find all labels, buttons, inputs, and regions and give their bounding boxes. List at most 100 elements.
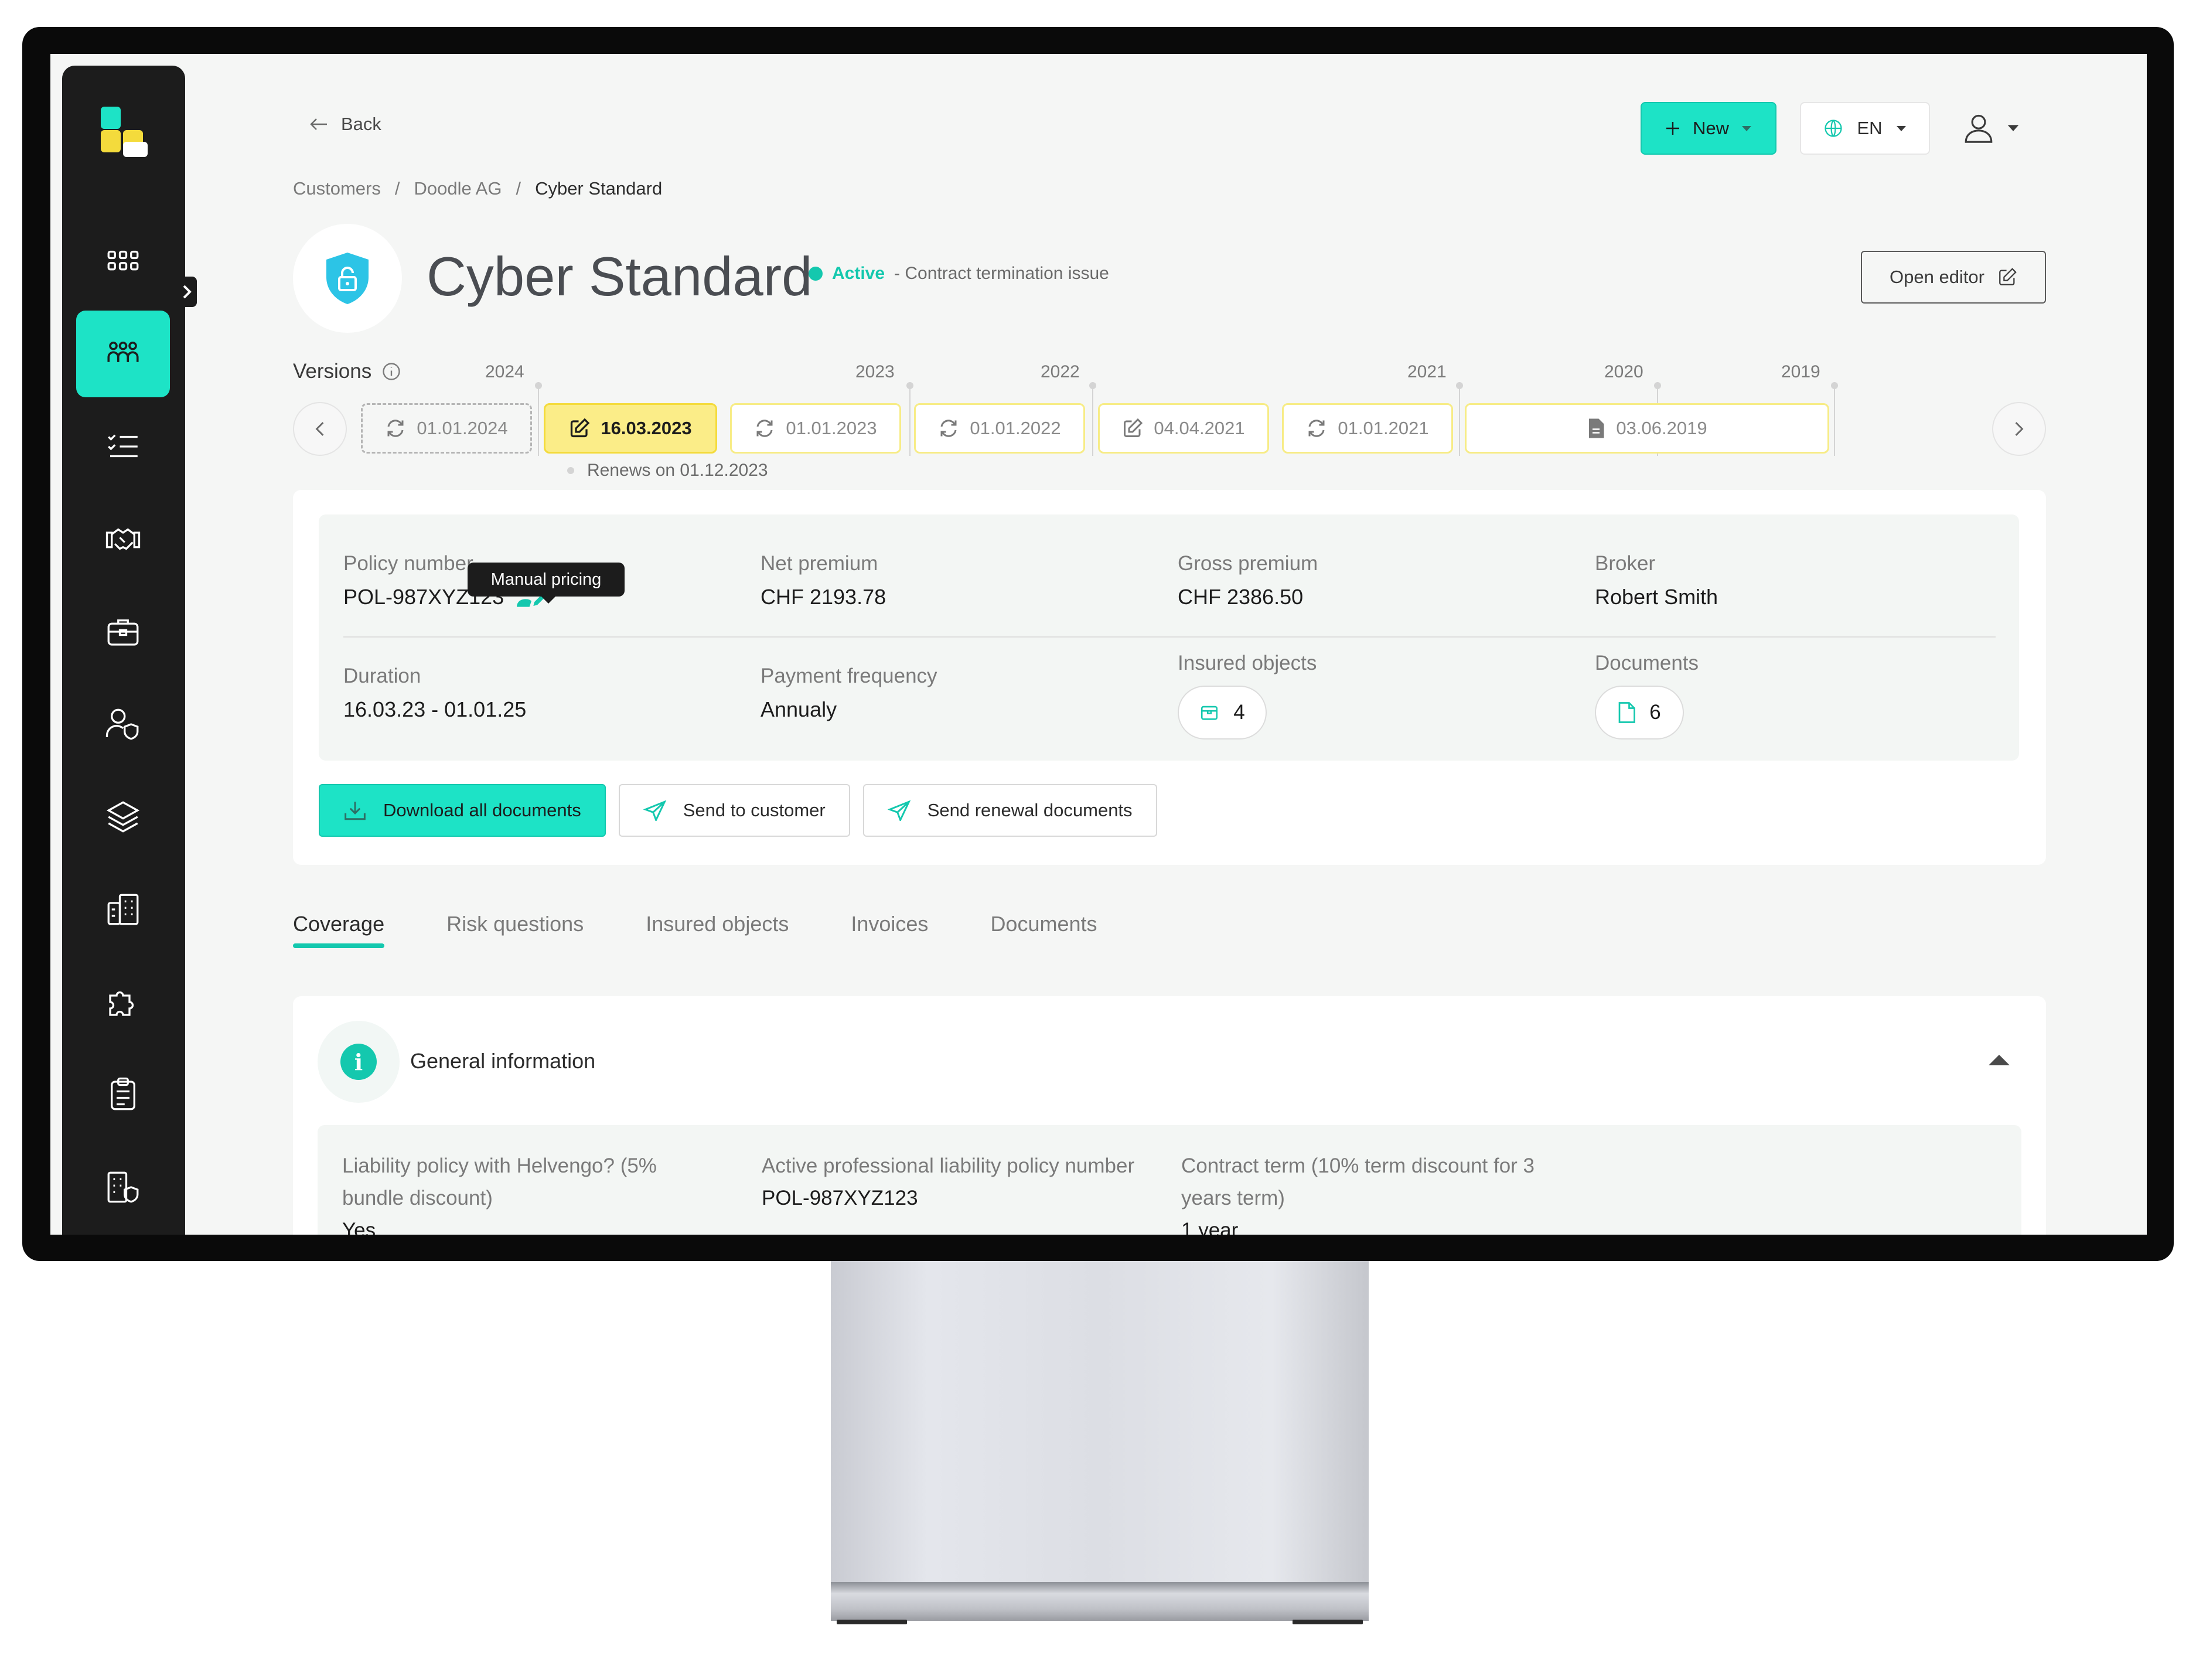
sidebar-item-tasks[interactable] bbox=[76, 403, 170, 490]
globe-icon bbox=[1825, 120, 1843, 137]
sidebar-item-customers[interactable] bbox=[76, 311, 170, 397]
breadcrumb-company[interactable]: Doodle AG bbox=[414, 178, 502, 199]
timeline-tick bbox=[1831, 382, 1838, 456]
caret-down-icon bbox=[1896, 126, 1906, 131]
chevron-right-icon bbox=[2015, 422, 2024, 436]
sidebar-item-dashboard[interactable] bbox=[76, 218, 170, 305]
documents-pill[interactable]: 6 bbox=[1595, 686, 1684, 740]
tab-documents[interactable]: Documents bbox=[990, 912, 1097, 936]
field-label: Net premium bbox=[761, 552, 878, 575]
field-label: Active professional liability policy num… bbox=[762, 1154, 1135, 1177]
version-chip-date: 16.03.2023 bbox=[601, 418, 692, 438]
policy-actions: Download all documents Send to customer … bbox=[319, 784, 1157, 837]
general-information-fields: Liability policy with Helvengo? (5% bund… bbox=[318, 1125, 2021, 1235]
renew-icon bbox=[1308, 420, 1325, 437]
policy-avatar bbox=[293, 224, 402, 333]
duration-value: 16.03.23 - 01.01.25 bbox=[343, 697, 527, 721]
version-chip[interactable]: 01.01.2023 bbox=[730, 403, 901, 454]
timeline-tick bbox=[1089, 382, 1096, 456]
broker-field: Broker Robert Smith bbox=[1595, 552, 1718, 609]
general-information-avatar: i bbox=[318, 1021, 400, 1103]
open-editor-label: Open editor bbox=[1890, 267, 1984, 287]
send-to-customer-button[interactable]: Send to customer bbox=[618, 784, 850, 837]
version-chip-date: 04.04.2021 bbox=[1154, 418, 1245, 438]
renew-icon bbox=[940, 420, 957, 437]
info-icon[interactable] bbox=[381, 361, 402, 382]
monitor-stand bbox=[831, 1260, 1369, 1588]
back-label: Back bbox=[341, 114, 381, 134]
net-premium-value: CHF 2193.78 bbox=[761, 585, 886, 609]
sidebar-item-claims[interactable] bbox=[76, 1051, 170, 1138]
field-label: Gross premium bbox=[1178, 552, 1318, 575]
broker-value: Robert Smith bbox=[1595, 585, 1718, 609]
insured-objects-pill[interactable]: 4 bbox=[1178, 686, 1267, 740]
breadcrumb-customers[interactable]: Customers bbox=[293, 178, 381, 199]
field-value: POL-987XYZ123 bbox=[762, 1187, 918, 1209]
renewal-note-text: Renews on 01.12.2023 bbox=[587, 461, 768, 480]
field-label: Payment frequency bbox=[761, 664, 937, 687]
version-chip-selected[interactable]: 16.03.2023 bbox=[544, 403, 717, 454]
section-title: General information bbox=[410, 1049, 596, 1073]
renewal-note: Renews on 01.12.2023 bbox=[567, 461, 768, 481]
grid-icon bbox=[107, 250, 139, 271]
back-link[interactable]: Back bbox=[309, 114, 381, 135]
documents-field: Documents 6 bbox=[1595, 652, 1699, 740]
open-editor-button[interactable]: Open editor bbox=[1861, 251, 2046, 304]
user-menu[interactable] bbox=[1962, 105, 2032, 150]
documents-count: 6 bbox=[1649, 701, 1661, 724]
package-icon bbox=[1201, 706, 1218, 720]
field-value: 1 year bbox=[1181, 1219, 1239, 1235]
version-chip[interactable]: 04.04.2021 bbox=[1098, 403, 1269, 454]
download-all-button[interactable]: Download all documents bbox=[319, 784, 606, 837]
edit-icon bbox=[1999, 268, 2017, 285]
versions-next-button[interactable] bbox=[1992, 402, 2046, 456]
sidebar-item-partners[interactable] bbox=[76, 496, 170, 582]
version-chip[interactable]: 03.06.2019 bbox=[1465, 403, 1829, 454]
general-info-field: Contract term (10% term discount for 3 y… bbox=[1181, 1150, 1556, 1235]
status-indicator: Active - Contract termination issue bbox=[809, 264, 1109, 284]
gross-premium-value: CHF 2386.50 bbox=[1178, 585, 1304, 609]
language-select[interactable]: EN bbox=[1800, 102, 1930, 155]
plus-icon bbox=[1666, 122, 1679, 135]
sidebar-item-policies[interactable] bbox=[76, 588, 170, 675]
tab-insured-objects[interactable]: Insured objects bbox=[646, 912, 789, 936]
general-information-card: i General information Liability policy w… bbox=[293, 996, 2046, 1235]
version-chip-date: 03.06.2019 bbox=[1616, 418, 1707, 438]
tab-invoices[interactable]: Invoices bbox=[851, 912, 928, 936]
sidebar-item-products[interactable] bbox=[76, 773, 170, 860]
handshake-icon bbox=[105, 528, 141, 550]
edit-icon bbox=[1124, 418, 1143, 437]
renewal-dot bbox=[567, 467, 574, 474]
arrow-left-icon bbox=[310, 118, 327, 130]
tab-coverage[interactable]: Coverage bbox=[293, 912, 385, 948]
sidebar-item-insured-persons[interactable] bbox=[76, 681, 170, 768]
version-chip[interactable]: 01.01.2024 bbox=[361, 403, 532, 454]
general-info-field: Active professional liability policy num… bbox=[762, 1150, 1137, 1214]
payment-frequency-value: Annualy bbox=[761, 697, 837, 721]
layers-icon bbox=[106, 801, 140, 833]
version-chip[interactable]: 01.01.2021 bbox=[1282, 403, 1453, 454]
monitor-foot-left bbox=[837, 1620, 907, 1624]
sidebar-item-insurers[interactable] bbox=[76, 1144, 170, 1231]
version-chip-date: 01.01.2023 bbox=[786, 418, 877, 438]
file-icon bbox=[1618, 702, 1636, 723]
send-icon bbox=[643, 800, 667, 821]
new-button[interactable]: New bbox=[1641, 102, 1776, 155]
version-chip[interactable]: 01.01.2022 bbox=[914, 403, 1085, 454]
field-label: Duration bbox=[343, 664, 421, 687]
sidebar-item-integrations[interactable] bbox=[76, 959, 170, 1045]
monitor-foot-right bbox=[1293, 1620, 1363, 1624]
monitor-stand-base bbox=[831, 1582, 1369, 1621]
send-renewal-button[interactable]: Send renewal documents bbox=[862, 784, 1157, 837]
collapse-caret-icon[interactable] bbox=[1989, 1055, 2010, 1065]
payment-frequency-field: Payment frequency Annualy bbox=[761, 664, 937, 722]
policy-summary: Policy number POL-987XYZ123 Net premium … bbox=[319, 514, 2019, 761]
language-value: EN bbox=[1857, 118, 1883, 138]
tab-risk-questions[interactable]: Risk questions bbox=[446, 912, 584, 936]
general-info-field: Liability policy with Helvengo? (5% bund… bbox=[342, 1150, 717, 1235]
policy-tabs: Coverage Risk questions Insured objects … bbox=[293, 912, 1097, 948]
sidebar-collapse-toggle[interactable] bbox=[176, 277, 197, 307]
status-dot bbox=[809, 267, 823, 281]
sidebar-item-companies[interactable] bbox=[76, 866, 170, 953]
versions-prev-button[interactable] bbox=[293, 402, 347, 456]
